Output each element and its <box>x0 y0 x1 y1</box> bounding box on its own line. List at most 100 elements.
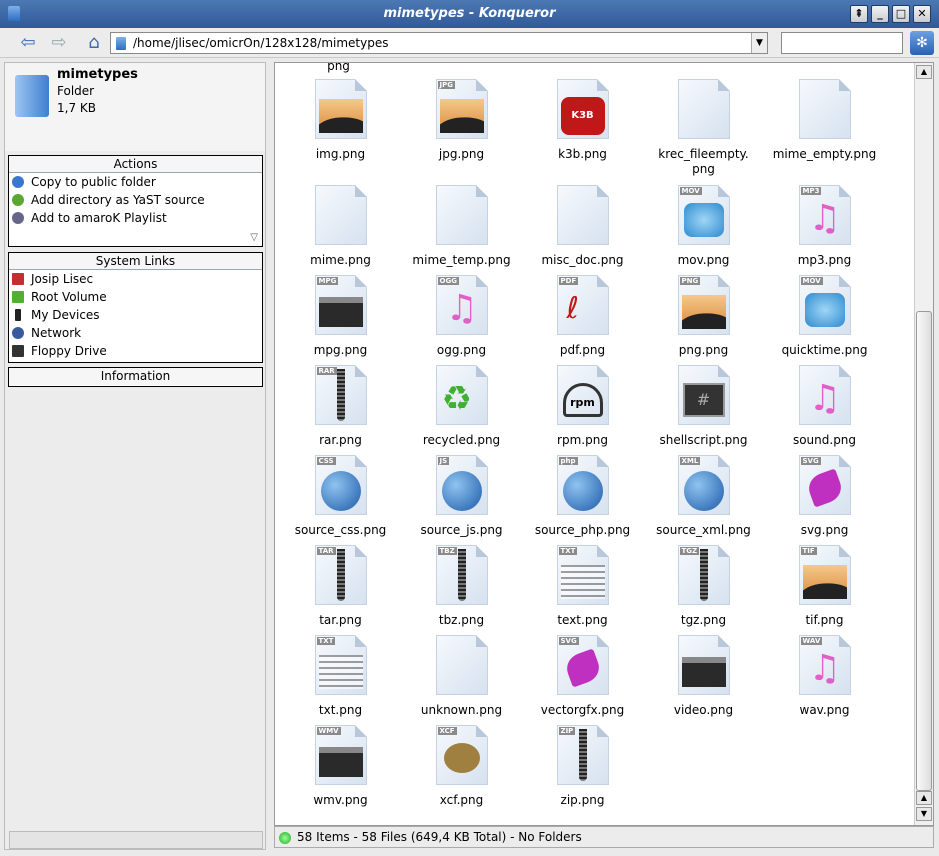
zip-file-icon: TAR <box>314 545 367 607</box>
file-item[interactable]: TXT txt.png <box>280 635 401 718</box>
file-item[interactable]: TGZ tgz.png <box>643 545 764 628</box>
file-item[interactable]: misc_doc.png <box>522 185 643 268</box>
folder-name: mimetypes <box>57 67 138 82</box>
globe-file-icon: php <box>556 455 609 517</box>
file-item[interactable]: PNG png.png <box>643 275 764 358</box>
recycle-file-icon: ♻ <box>435 365 488 427</box>
file-label: mime.png <box>310 253 371 267</box>
link-my-devices[interactable]: My Devices <box>9 306 262 324</box>
file-item[interactable]: ℓ PDF pdf.png <box>522 275 643 358</box>
file-item[interactable]: SVG svg.png <box>764 455 885 538</box>
file-item[interactable]: CSS source_css.png <box>280 455 401 538</box>
image-file-icon: TIF <box>798 545 851 607</box>
back-arrow-icon[interactable]: ⇦ <box>14 32 42 54</box>
link-label: Josip Lisec <box>31 272 94 286</box>
image-file-icon: JPG <box>435 79 488 141</box>
file-item[interactable]: unknown.png <box>401 635 522 718</box>
location-input[interactable]: /home/jlisec/omicrOn/128x128/mimetypes <box>133 36 388 50</box>
link-network[interactable]: Network <box>9 324 262 342</box>
file-item[interactable]: ♻ recycled.png <box>401 365 522 448</box>
file-item[interactable]: ♫ WAV wav.png <box>764 635 885 718</box>
scroll-up-icon[interactable]: ▲ <box>916 65 932 79</box>
window-title: mimetypes - Konqueror <box>383 6 556 21</box>
music-file-icon: ♫ MP3 <box>798 185 851 247</box>
file-icon-view[interactable]: png img.png JPG jpg.png K3B k3b.png krec_file… <box>274 62 934 826</box>
actions-header[interactable]: Actions <box>9 156 262 173</box>
file-label: source_css.png <box>294 523 387 537</box>
file-item[interactable]: MPG mpg.png <box>280 275 401 358</box>
link-root-volume[interactable]: Root Volume <box>9 288 262 306</box>
amarok-icon <box>12 212 24 224</box>
partial-file-label: png <box>327 62 350 73</box>
file-label: tar.png <box>319 613 362 627</box>
expand-triangle-icon[interactable]: ▽ <box>250 232 258 243</box>
file-item[interactable]: krec_fileempty. png <box>643 79 764 177</box>
file-item[interactable]: mime.png <box>280 185 401 268</box>
link-label: Floppy Drive <box>31 344 107 358</box>
file-item[interactable]: JS source_js.png <box>401 455 522 538</box>
music-file-icon: ♫ OGG <box>435 275 488 337</box>
file-label: krec_fileempty. png <box>658 147 749 176</box>
file-label: pdf.png <box>559 343 606 357</box>
link-floppy-drive[interactable]: Floppy Drive <box>9 342 262 360</box>
link-josip-lisec[interactable]: Josip Lisec <box>9 270 262 288</box>
file-item[interactable]: ♫ OGG ogg.png <box>401 275 522 358</box>
file-label: source_php.png <box>534 523 631 537</box>
minimize-button[interactable]: _ <box>871 5 889 23</box>
action-copy-public[interactable]: Copy to public folder <box>9 173 262 191</box>
globe-file-icon: JS <box>435 455 488 517</box>
shade-icon[interactable]: ⇞ <box>850 5 868 23</box>
file-label: source_xml.png <box>656 523 751 537</box>
file-item[interactable]: MOV mov.png <box>643 185 764 268</box>
scroll-down-icon[interactable]: ▼ <box>916 807 932 821</box>
file-item[interactable]: php source_php.png <box>522 455 643 538</box>
home-folder-icon <box>12 273 24 285</box>
file-item[interactable]: XML source_xml.png <box>643 455 764 538</box>
scrollbar-thumb[interactable] <box>916 311 932 791</box>
forward-arrow-icon[interactable]: ⇨ <box>45 32 73 54</box>
action-add-yast[interactable]: Add directory as YaST source <box>9 191 262 209</box>
file-label: ogg.png <box>436 343 487 357</box>
system-links-header[interactable]: System Links <box>9 253 262 270</box>
location-bar[interactable]: /home/jlisec/omicrOn/128x128/mimetypes ▼ <box>110 32 768 54</box>
file-label: source_js.png <box>420 523 503 537</box>
chevron-down-icon[interactable]: ▼ <box>751 33 767 53</box>
vector-file-icon: SVG <box>798 455 851 517</box>
kde-gear-icon[interactable]: ✻ <box>910 31 934 55</box>
file-item[interactable]: K3B k3b.png <box>522 79 643 162</box>
globe-icon <box>12 176 24 188</box>
text-file-icon: TXT <box>556 545 609 607</box>
file-item[interactable]: TAR tar.png <box>280 545 401 628</box>
file-item[interactable]: video.png <box>643 635 764 718</box>
maximize-button[interactable]: □ <box>892 5 910 23</box>
file-label: text.png <box>557 613 608 627</box>
file-item[interactable]: RAR rar.png <box>280 365 401 448</box>
file-item[interactable]: ♫ MP3 mp3.png <box>764 185 885 268</box>
file-item[interactable]: TXT text.png <box>522 545 643 628</box>
file-item[interactable]: SVG vectorgfx.png <box>522 635 643 718</box>
file-item[interactable]: ♫ sound.png <box>764 365 885 448</box>
file-item[interactable]: mime_empty.png <box>764 79 885 162</box>
vertical-scrollbar[interactable]: ▲ ▲ ▼ <box>914 63 933 825</box>
file-item[interactable]: # shellscript.png <box>643 365 764 448</box>
scroll-up-icon[interactable]: ▲ <box>916 791 932 805</box>
information-header[interactable]: Information <box>9 368 262 385</box>
close-button[interactable]: ✕ <box>913 5 931 23</box>
file-item[interactable]: ZIP zip.png <box>522 725 643 808</box>
file-item[interactable]: WMV wmv.png <box>280 725 401 808</box>
file-item[interactable]: JPG jpg.png <box>401 79 522 162</box>
file-label: tgz.png <box>680 613 727 627</box>
file-item[interactable]: img.png <box>280 79 401 162</box>
file-item[interactable]: TIF tif.png <box>764 545 885 628</box>
file-label: k3b.png <box>558 147 607 161</box>
file-item[interactable]: TBZ tbz.png <box>401 545 522 628</box>
file-item[interactable]: rpm rpm.png <box>522 365 643 448</box>
home-icon[interactable]: ⌂ <box>80 32 108 54</box>
action-add-amarok[interactable]: Add to amaroK Playlist <box>9 209 262 227</box>
file-item[interactable]: MOV quicktime.png <box>764 275 885 358</box>
file-item[interactable]: mime_temp.png <box>401 185 522 268</box>
file-item[interactable]: XCF xcf.png <box>401 725 522 808</box>
search-input[interactable] <box>781 32 903 54</box>
file-label: tbz.png <box>438 613 485 627</box>
network-icon <box>12 327 24 339</box>
